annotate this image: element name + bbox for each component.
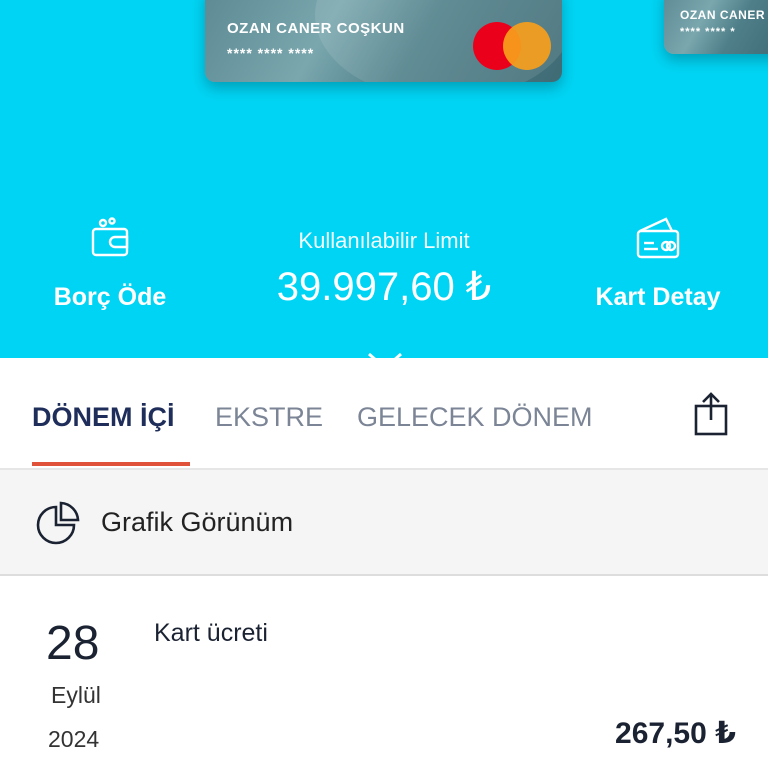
- pay-debt-label: Borç Öde: [53, 283, 167, 311]
- tab-ekstre[interactable]: EKSTRE: [215, 402, 323, 433]
- transaction-description: Kart ücreti: [154, 619, 268, 647]
- chart-view-label: Grafik Görünüm: [101, 507, 294, 537]
- active-tab-indicator: [32, 462, 190, 466]
- transaction-row[interactable]: 28 Eylül 2024 Kart ücreti 267,50 ₺: [0, 576, 768, 768]
- pie-chart-icon: [36, 501, 80, 545]
- available-limit-caption: Kullanılabilir Limit: [298, 228, 470, 253]
- card-detail-label: Kart Detay: [595, 283, 721, 311]
- tab-donem-ici[interactable]: DÖNEM İÇİ: [32, 402, 175, 433]
- card-detail-button[interactable]: Kart Detay: [580, 215, 736, 312]
- pay-debt-button[interactable]: Borç Öde: [40, 215, 180, 312]
- card-header: OZAN CANER COŞKUN **** **** **** OZAN CA…: [0, 0, 768, 358]
- card-holder-name: OZAN CANER COŞKUN: [227, 20, 405, 37]
- credit-card-next[interactable]: OZAN CANER **** **** *: [664, 0, 768, 54]
- credit-card-main[interactable]: OZAN CANER COŞKUN **** **** ****: [205, 0, 562, 82]
- card-masked-number: **** **** ****: [227, 45, 315, 61]
- transaction-amount: 267,50 ₺: [615, 717, 736, 750]
- mastercard-logo-icon: [473, 22, 551, 70]
- card-detail-icon: [636, 217, 680, 259]
- transaction-year: 2024: [48, 726, 100, 752]
- transaction-month: Eylül: [51, 682, 101, 708]
- tab-gelecek-donem[interactable]: GELECEK DÖNEM: [357, 402, 593, 433]
- wallet-icon: [91, 217, 129, 257]
- card-holder-name: OZAN CANER: [680, 8, 765, 22]
- share-icon[interactable]: [692, 390, 730, 436]
- period-tabs: DÖNEM İÇİ EKSTRE GELECEK DÖNEM: [0, 358, 768, 470]
- chart-view-button[interactable]: Grafik Görünüm: [0, 470, 768, 576]
- available-limit: Kullanılabilir Limit 39.997,60 ₺: [250, 228, 518, 310]
- transaction-day: 28: [46, 617, 100, 670]
- available-limit-amount: 39.997,60 ₺: [276, 265, 492, 309]
- card-masked-number: **** **** *: [680, 26, 736, 38]
